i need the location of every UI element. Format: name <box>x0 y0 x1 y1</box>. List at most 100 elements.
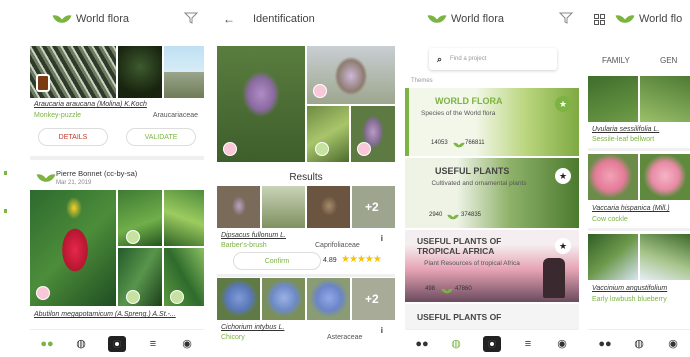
info-icon[interactable]: i <box>381 234 383 243</box>
list-icon[interactable]: ≡ <box>521 337 535 351</box>
side-marker-icon <box>4 209 7 213</box>
info-icon[interactable]: i <box>381 326 383 335</box>
result-common-name: Barber's-brush <box>221 242 267 249</box>
favorite-star-icon[interactable]: ★ <box>555 96 571 112</box>
query-image-4[interactable] <box>351 106 395 162</box>
result-image-2[interactable] <box>262 186 305 228</box>
leaf-logo-icon <box>617 14 633 24</box>
details-button[interactable]: DETAILS <box>38 128 108 146</box>
species-count: 498 <box>425 286 436 292</box>
app-header: World flo <box>588 0 690 38</box>
community-icon[interactable]: ●● <box>598 337 612 351</box>
species-image-2[interactable] <box>640 76 690 122</box>
profile-icon[interactable]: ◉ <box>180 337 194 351</box>
species-image-1[interactable] <box>588 76 638 122</box>
bottom-nav: ●● ◍ ◉ <box>588 329 690 357</box>
theme-card-world-flora[interactable]: WORLD FLORA Species of the World flora ★… <box>405 88 579 156</box>
observation-species[interactable]: Araucaria araucana (Molina) K.Koch <box>34 101 147 108</box>
species-name[interactable]: Uvularia sessilifolia L. <box>592 126 659 133</box>
species-common-name: Cow cockle <box>592 216 628 223</box>
globe-icon[interactable]: ◍ <box>449 337 463 351</box>
observation-author[interactable]: Pierre Bonnet (cc-by-sa) <box>56 169 137 178</box>
filter-icon[interactable] <box>183 12 199 24</box>
organ-bark-icon <box>36 74 50 92</box>
rating-stars-icon: ★★★★★ <box>341 254 382 265</box>
result-image-2[interactable] <box>262 278 305 320</box>
species-image-2[interactable] <box>640 154 690 200</box>
leaf-logo-icon <box>54 14 70 24</box>
tab-genus[interactable]: GEN <box>660 56 677 65</box>
organ-flower-icon <box>36 286 50 300</box>
screen-identification: ← Identification Results +2 Dipsacus ful… <box>217 0 395 357</box>
theme-card-useful-plants[interactable]: USEFUL PLANTS Cultivated and ornamental … <box>405 158 579 228</box>
species-name[interactable]: Vaccinium angustifolium <box>592 285 667 292</box>
result-family: Asteraceae <box>327 334 363 341</box>
community-icon[interactable]: ●● <box>40 337 54 351</box>
more-images-count[interactable]: +2 <box>365 292 379 306</box>
globe-icon[interactable]: ◍ <box>74 337 88 351</box>
confirm-button[interactable]: Confirm <box>233 252 321 270</box>
screen-projects: World flora ⌕ Find a project Themes WORL… <box>405 0 579 357</box>
list-icon[interactable]: ≡ <box>146 337 160 351</box>
observation-image-2[interactable] <box>118 190 162 246</box>
page-title: Identification <box>253 13 315 25</box>
species-common-name: Early lowbush blueberry <box>592 296 667 303</box>
organ-flower-icon <box>223 142 237 156</box>
tab-family[interactable]: FAMILY <box>602 56 630 65</box>
species-common-name: Sessile-leaf bellwort <box>592 136 655 143</box>
result-image-3[interactable] <box>307 278 350 320</box>
result-image-1[interactable] <box>217 278 260 320</box>
species-count: 2940 <box>429 212 443 218</box>
species-name[interactable]: Vaccaria hispanica (Mill.) <box>592 205 670 212</box>
species-image-1[interactable] <box>588 154 638 200</box>
observation-family: Araucariaceae <box>152 112 198 119</box>
observation-count: 47860 <box>455 286 472 292</box>
result-score: 4.89 <box>323 257 337 264</box>
species-image-1[interactable] <box>588 234 638 280</box>
results-heading: Results <box>289 172 323 183</box>
side-marker-icon <box>4 171 7 175</box>
bottom-nav: ●● ◍ ≡ ◉ <box>30 329 204 357</box>
query-image-3[interactable] <box>307 106 349 162</box>
observation-count: 374835 <box>461 212 482 218</box>
back-arrow-icon[interactable]: ← <box>223 12 235 26</box>
observation-image-4[interactable] <box>118 248 162 306</box>
grid-icon[interactable] <box>594 13 605 25</box>
search-input[interactable]: Find a project <box>450 56 486 62</box>
search-bar[interactable]: ⌕ Find a project <box>429 48 557 70</box>
result-image-1[interactable] <box>217 186 260 228</box>
observation-common-name: Monkey-puzzle <box>34 112 82 119</box>
selected-indicator <box>405 88 409 156</box>
camera-icon[interactable] <box>483 335 501 352</box>
profile-icon[interactable]: ◉ <box>666 337 680 351</box>
profile-icon[interactable]: ◉ <box>555 337 569 351</box>
camera-icon[interactable] <box>108 335 126 352</box>
search-icon: ⌕ <box>437 53 443 64</box>
leaf-count-icon <box>442 288 452 294</box>
theme-title: WORLD FLORA <box>435 96 503 106</box>
result-species[interactable]: Dipsacus fullonum L. <box>221 232 286 239</box>
result-image-3[interactable] <box>307 186 350 228</box>
validate-button[interactable]: VALIDATE <box>126 128 196 146</box>
organ-leaf-icon <box>126 230 140 244</box>
globe-icon[interactable]: ◍ <box>632 337 646 351</box>
observation-image-3[interactable] <box>164 46 204 98</box>
divider <box>588 228 690 231</box>
community-icon[interactable]: ●● <box>415 337 429 351</box>
filter-icon[interactable] <box>558 12 574 24</box>
screen-species-list: World flo FAMILY GEN Uvularia sessilifol… <box>588 0 690 357</box>
species-image-2[interactable] <box>640 234 690 280</box>
favorite-star-icon[interactable]: ★ <box>555 238 571 254</box>
observation-species[interactable]: Abutilon megapotamicum (A.Spreng.) A.St.… <box>34 311 176 318</box>
theme-subtitle: Plant Resources of tropical Africa <box>424 260 520 267</box>
leaf-count-icon <box>448 214 458 220</box>
observation-image-3[interactable] <box>164 190 204 246</box>
more-images-count[interactable]: +2 <box>365 200 379 214</box>
divider <box>588 148 690 151</box>
app-title: World flo <box>639 13 683 25</box>
organ-leaf-icon <box>315 142 329 156</box>
result-species[interactable]: Cichorium intybus L. <box>221 324 284 331</box>
theme-card-tropical-africa[interactable]: USEFUL PLANTS OF TROPICAL AFRICA Plant R… <box>405 230 579 302</box>
observation-image-2[interactable] <box>118 46 162 98</box>
favorite-star-icon[interactable]: ★ <box>555 168 571 184</box>
